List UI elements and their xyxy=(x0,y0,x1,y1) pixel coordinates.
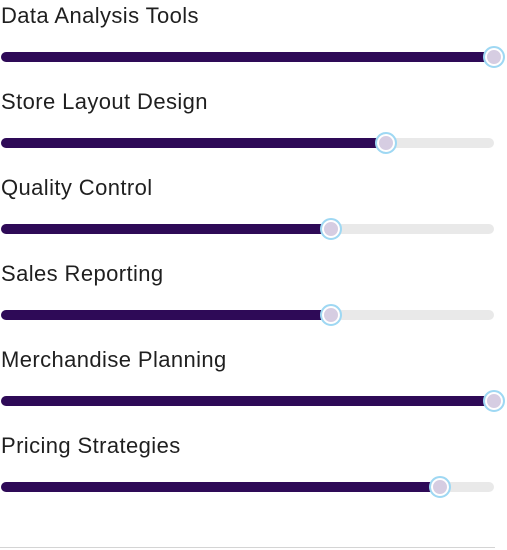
skill-slider-list: Data Analysis Tools Store Layout Design … xyxy=(0,0,507,516)
skill-slider-fill xyxy=(1,138,386,148)
skill-label: Merchandise Planning xyxy=(1,347,227,372)
skill-label: Quality Control xyxy=(1,175,153,200)
skill-slider-thumb[interactable] xyxy=(483,390,505,412)
skill-slider-thumb[interactable] xyxy=(320,304,343,326)
skill-slider-fill xyxy=(1,482,440,492)
skill-slider-fill xyxy=(1,224,332,234)
skill-slider-track[interactable] xyxy=(1,390,505,412)
skill-slider-track[interactable] xyxy=(1,46,505,68)
skill-row: Pricing Strategies xyxy=(0,430,507,516)
skill-slider-thumb[interactable] xyxy=(428,476,451,498)
skill-slider-fill xyxy=(1,52,494,62)
skill-slider-track[interactable] xyxy=(1,476,494,498)
skill-slider-track[interactable] xyxy=(1,218,494,240)
bottom-divider xyxy=(0,547,495,548)
skill-slider-thumb[interactable] xyxy=(374,132,397,154)
skill-row: Quality Control xyxy=(0,172,507,258)
skill-row: Store Layout Design xyxy=(0,86,507,172)
skill-label: Sales Reporting xyxy=(1,261,164,286)
skill-slider-fill xyxy=(1,310,332,320)
skill-label: Pricing Strategies xyxy=(1,433,181,458)
skill-slider-fill xyxy=(1,396,494,406)
skill-slider-thumb[interactable] xyxy=(483,46,505,68)
skill-slider-track[interactable] xyxy=(1,304,494,326)
skill-label: Store Layout Design xyxy=(1,89,208,114)
skill-row: Merchandise Planning xyxy=(0,344,507,430)
skill-slider-track[interactable] xyxy=(1,132,494,154)
skill-label: Data Analysis Tools xyxy=(1,3,199,28)
skill-row: Data Analysis Tools xyxy=(0,0,507,86)
skill-slider-thumb[interactable] xyxy=(320,218,343,240)
skill-row: Sales Reporting xyxy=(0,258,507,344)
